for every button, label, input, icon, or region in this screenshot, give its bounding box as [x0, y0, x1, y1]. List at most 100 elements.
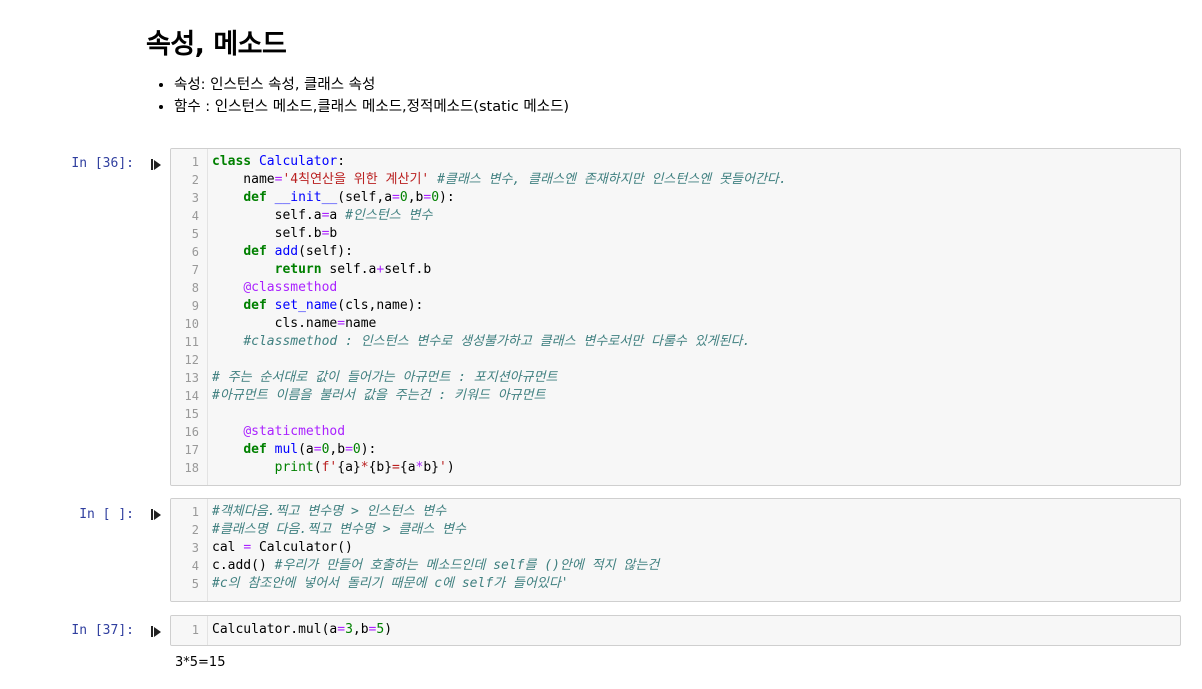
bullet-item: 속성: 인스턴스 속성, 클래스 속성 — [174, 74, 569, 96]
code-token: #객체다음.찍고 변수명 > 인스턴스 변수 — [212, 504, 447, 519]
code-line[interactable]: 17 def mul(a=0,b=0): — [171, 441, 1180, 459]
code-token: b — [329, 226, 338, 241]
line-number: 3 — [191, 191, 199, 205]
code-line[interactable]: 9 def set_name(cls,name): — [171, 297, 1180, 315]
code-editor[interactable]: 1 class Calculator: 2 name='4칙연산을 위한 계산기' … — [170, 148, 1181, 486]
code-token: cal — [212, 540, 244, 555]
code-line[interactable]: 13 # 주는 순서대로 값이 들어가는 아규먼트 : 포지션아규먼트 — [171, 369, 1180, 387]
line-number: 2 — [191, 173, 199, 187]
code-token: Calculator.mul(a — [212, 622, 338, 637]
code-line[interactable]: 5 #c의 참조안에 넣어서 돌리기 때문에 c에 self가 들어있다' — [171, 575, 1180, 593]
code-token: #아규먼트 이름을 불러서 값을 주는건 : 키워드 아규먼트 — [212, 388, 546, 403]
code-token: #classmethod : 인스턴스 변수로 생성불가하고 클래스 변수로서만… — [243, 334, 751, 349]
code-token: __init__ — [274, 190, 338, 205]
code-line[interactable]: 18 print(f'{a}*{b}={a*b}') — [171, 459, 1180, 477]
code-text: def add(self): — [212, 243, 353, 261]
code-text: class Calculator: — [212, 153, 345, 171]
code-editor[interactable]: 1 #객체다음.찍고 변수명 > 인스턴스 변수 2 #클래스명 다음.찍고 변수명 … — [170, 498, 1181, 602]
code-line[interactable]: 3 cal = Calculator() — [171, 539, 1180, 557]
input-prompt: In [ ]: — [79, 507, 134, 522]
code-text: name='4칙연산을 위한 계산기' #클래스 변수, 클래스엔 존재하지만 … — [212, 171, 786, 189]
line-number: 1 — [191, 505, 199, 519]
code-token: f' — [321, 460, 338, 475]
code-token: 0 — [352, 442, 361, 457]
code-line[interactable]: 12 — [171, 351, 1180, 369]
code-token: Calculator — [258, 154, 338, 169]
line-number: 14 — [184, 389, 199, 403]
code-lines[interactable]: 1 #객체다음.찍고 변수명 > 인스턴스 변수 2 #클래스명 다음.찍고 변수명 … — [171, 503, 1180, 593]
markdown-cell: 속성, 메소드 속성: 인스턴스 속성, 클래스 속성 함수 : 인스턴스 메소… — [146, 26, 569, 118]
input-prompt: In [36]: — [71, 156, 134, 171]
line-number: 7 — [191, 263, 199, 277]
code-lines[interactable]: 1 Calculator.mul(a=3,b=5) — [171, 621, 1180, 639]
code-token: #c의 참조안에 넣어서 돌리기 때문에 c에 self가 들어있다' — [212, 576, 569, 591]
code-line[interactable]: 15 — [171, 405, 1180, 423]
code-text: self.b=b — [212, 225, 338, 243]
code-line[interactable]: 10 cls.name=name — [171, 315, 1180, 333]
code-token: @staticmethod — [243, 424, 346, 439]
code-token: # 주는 순서대로 값이 들어가는 아규먼트 : 포지션아규먼트 — [212, 370, 558, 385]
run-cell-icon[interactable] — [151, 157, 163, 171]
code-token: self.a — [321, 262, 377, 277]
code-token: (a — [298, 442, 314, 457]
code-text: @staticmethod — [212, 423, 345, 441]
code-line[interactable]: 1 #객체다음.찍고 변수명 > 인스턴스 변수 — [171, 503, 1180, 521]
code-token: ( — [313, 460, 322, 475]
code-text: print(f'{a}*{b}={a*b}') — [212, 459, 455, 477]
code-token: 3 — [345, 622, 353, 637]
code-line[interactable]: 5 self.b=b — [171, 225, 1180, 243]
code-text: #c의 참조안에 넣어서 돌리기 때문에 c에 self가 들어있다' — [212, 575, 569, 593]
code-text: cal = Calculator() — [212, 539, 353, 557]
code-token: = — [337, 622, 346, 637]
code-line[interactable]: 2 name='4칙연산을 위한 계산기' #클래스 변수, 클래스엔 존재하지… — [171, 171, 1180, 189]
line-number: 11 — [184, 335, 199, 349]
line-number: 17 — [184, 443, 199, 457]
code-token: def — [243, 244, 267, 259]
code-token: 0 — [399, 190, 408, 205]
code-text: return self.a+self.b — [212, 261, 432, 279]
code-line[interactable]: 3 def __init__(self,a=0,b=0): — [171, 189, 1180, 207]
code-token: def — [243, 298, 267, 313]
line-number: 1 — [191, 623, 199, 637]
code-line[interactable]: 14 #아규먼트 이름을 불러서 값을 주는건 : 키워드 아규먼트 — [171, 387, 1180, 405]
code-token: : — [337, 154, 346, 169]
run-cell-icon[interactable] — [151, 624, 163, 638]
code-line[interactable]: 1 class Calculator: — [171, 153, 1180, 171]
code-token: return — [274, 262, 322, 277]
code-line[interactable]: 16 @staticmethod — [171, 423, 1180, 441]
code-line[interactable]: 4 c.add() #우리가 만들어 호출하는 메소드인데 self를 ()안에 … — [171, 557, 1180, 575]
code-token: ): — [439, 190, 455, 205]
code-token: print — [274, 460, 314, 475]
code-token: ) — [446, 460, 455, 475]
line-number: 13 — [184, 371, 199, 385]
code-line[interactable]: 1 Calculator.mul(a=3,b=5) — [171, 621, 1180, 639]
code-text: self.a=a #인스턴스 변수 — [212, 207, 433, 225]
code-lines[interactable]: 1 class Calculator: 2 name='4칙연산을 위한 계산기' … — [171, 153, 1180, 477]
code-token: c.add() — [212, 558, 275, 573]
code-token: a — [329, 208, 346, 223]
code-token: {b} — [368, 460, 393, 475]
code-text: Calculator.mul(a=3,b=5) — [212, 621, 392, 639]
code-line[interactable]: 8 @classmethod — [171, 279, 1180, 297]
code-line[interactable]: 4 self.a=a #인스턴스 변수 — [171, 207, 1180, 225]
code-line[interactable]: 11 #classmethod : 인스턴스 변수로 생성불가하고 클래스 변수… — [171, 333, 1180, 351]
line-number: 4 — [191, 559, 199, 573]
code-editor[interactable]: 1 Calculator.mul(a=3,b=5) — [170, 615, 1181, 646]
code-token: ,b — [329, 442, 346, 457]
code-token: ) — [384, 622, 393, 637]
code-line[interactable]: 2 #클래스명 다음.찍고 변수명 > 클래스 변수 — [171, 521, 1180, 539]
code-text: #classmethod : 인스턴스 변수로 생성불가하고 클래스 변수로서만… — [212, 333, 750, 351]
code-token: Calculator() — [251, 540, 353, 555]
code-token: * — [360, 460, 369, 475]
code-text: c.add() #우리가 만들어 호출하는 메소드인데 self를 ()안에 적… — [212, 557, 659, 575]
line-number: 16 — [184, 425, 199, 439]
code-line[interactable]: 7 return self.a+self.b — [171, 261, 1180, 279]
code-line[interactable]: 6 def add(self): — [171, 243, 1180, 261]
run-cell-icon[interactable] — [151, 507, 163, 521]
